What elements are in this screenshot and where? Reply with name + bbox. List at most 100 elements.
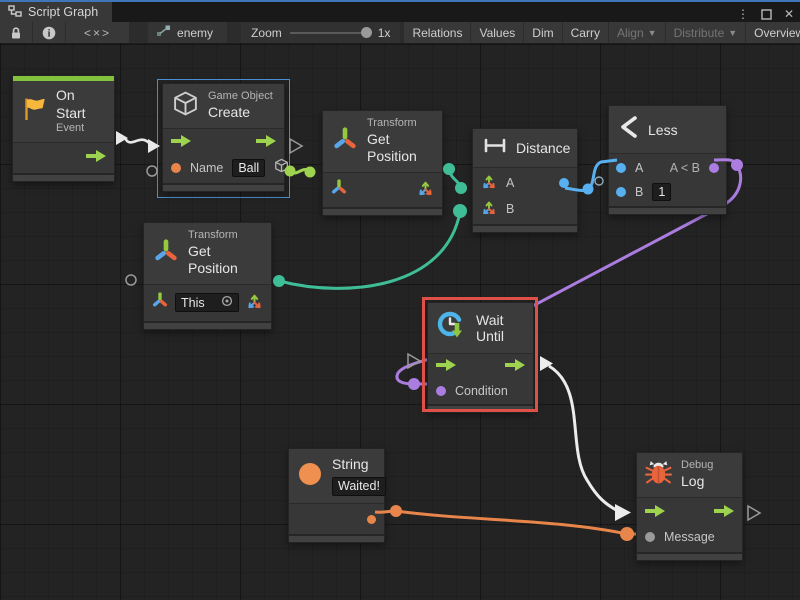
chevron-down-icon: ▼ (648, 28, 657, 38)
port-label: Message (664, 530, 715, 544)
node-less[interactable]: Less A A < B B 1 (608, 105, 727, 215)
cube-icon (172, 90, 199, 122)
flow-in-arrow[interactable] (645, 504, 665, 522)
node-footer (13, 173, 114, 181)
tab-title: Script Graph (28, 5, 98, 19)
port-b[interactable] (616, 187, 626, 197)
node-title: Create (208, 104, 273, 122)
node-title: Get Position (367, 131, 432, 166)
node-category: Transform (367, 117, 432, 131)
node-title: String (332, 456, 386, 474)
node-title: On Start (56, 87, 104, 122)
info-icon[interactable]: i (33, 22, 65, 43)
less-icon (619, 114, 639, 145)
node-get-position-1[interactable]: Transform Get Position (322, 110, 443, 216)
node-footer (144, 321, 271, 329)
svg-text:i: i (48, 28, 51, 39)
flow-out-arrow[interactable] (256, 134, 276, 152)
flow-out-arrow[interactable] (86, 149, 106, 167)
lock-icon[interactable] (0, 22, 32, 43)
node-string[interactable]: String Waited! (288, 448, 385, 543)
target-input[interactable]: This (175, 293, 239, 312)
code-icon[interactable]: <×> (66, 22, 129, 43)
node-title: Less (648, 122, 678, 138)
port-value[interactable] (367, 515, 376, 524)
graph-breadcrumb[interactable]: enemy (148, 22, 227, 43)
window-controls: ⋮ ✕ (737, 5, 794, 23)
name-input[interactable]: Ball (232, 159, 265, 177)
zoom-control: Zoom 1x (241, 22, 400, 43)
port-label-a: A (635, 161, 643, 175)
node-distance[interactable]: Distance A B (472, 128, 578, 233)
transform-port-icon[interactable] (152, 292, 168, 313)
tab-script-graph[interactable]: Script Graph (0, 2, 112, 22)
flow-out-arrow[interactable] (714, 504, 734, 522)
port-label-b: B (635, 185, 643, 199)
node-debug-log[interactable]: Debug Log Message (636, 452, 743, 561)
string-icon (297, 461, 323, 492)
port-message[interactable] (645, 532, 655, 542)
transform-icon (332, 126, 358, 157)
vector3-port-icon[interactable] (481, 173, 497, 194)
node-title: Log (681, 473, 713, 491)
distribute-button[interactable]: Distribute▼ (666, 22, 746, 43)
vector3-out-icon[interactable] (246, 292, 263, 314)
script-graph-window: Script Graph ⋮ ✕ i <×> enemy Zoom 1x (0, 0, 800, 600)
node-footer (163, 183, 284, 191)
tab-bar: Script Graph ⋮ ✕ (0, 2, 800, 22)
node-subtitle: Event (56, 122, 104, 136)
relations-button[interactable]: Relations (404, 22, 470, 43)
node-footer (473, 224, 577, 232)
comparison-label: A < B (670, 161, 700, 175)
dim-button[interactable]: Dim (524, 22, 561, 43)
node-footer (637, 552, 742, 560)
node-footer (289, 534, 384, 542)
bug-icon (645, 459, 672, 491)
node-category: Debug (681, 459, 713, 473)
graph-crumb-icon (156, 25, 171, 40)
vector3-out-icon[interactable] (417, 179, 434, 201)
graph-toolbar: i <×> enemy Zoom 1x Relations Values Dim… (0, 22, 800, 44)
node-category: Transform (188, 229, 261, 243)
chevron-down-icon: ▼ (728, 28, 737, 38)
maximize-icon[interactable] (761, 9, 772, 20)
node-create-game-object[interactable]: Game Object Create Name Ball (162, 83, 285, 192)
flow-in-arrow[interactable] (171, 134, 191, 152)
node-footer (323, 207, 442, 215)
values-button[interactable]: Values (471, 22, 523, 43)
zoom-label: Zoom (251, 26, 282, 40)
port-result[interactable] (559, 178, 569, 188)
graph-tab-icon (8, 5, 22, 20)
port-a[interactable] (616, 163, 626, 173)
zoom-slider-handle[interactable] (361, 27, 372, 38)
close-icon[interactable]: ✕ (784, 7, 794, 21)
game-object-icon (274, 158, 289, 178)
node-get-position-2[interactable]: Transform Get Position This (143, 222, 272, 330)
target-picker-icon[interactable] (221, 295, 233, 310)
flag-icon (22, 96, 47, 127)
node-title: Distance (516, 140, 570, 156)
zoom-slider[interactable] (290, 32, 370, 34)
transform-port-icon[interactable] (331, 179, 347, 200)
port-label-a: A (506, 176, 514, 190)
node-category: Game Object (208, 90, 273, 104)
port-result[interactable] (709, 163, 719, 173)
node-on-start[interactable]: On Start Event (12, 75, 115, 182)
port-label-b: B (506, 202, 514, 216)
transform-icon (153, 238, 179, 269)
port-name[interactable] (171, 163, 181, 173)
graph-name: enemy (177, 26, 213, 40)
debug-highlight-outline (422, 297, 538, 412)
align-button[interactable]: Align▼ (609, 22, 665, 43)
menu-icon[interactable]: ⋮ (737, 7, 749, 21)
zoom-value: 1x (378, 26, 391, 40)
node-footer (609, 206, 726, 214)
carry-button[interactable]: Carry (563, 22, 608, 43)
vector3-port-icon[interactable] (481, 199, 497, 220)
overview-button[interactable]: Overview (746, 22, 800, 43)
node-title: Get Position (188, 243, 261, 278)
b-input[interactable]: 1 (652, 183, 671, 201)
port-label: Name (190, 161, 223, 175)
string-input[interactable]: Waited! (332, 477, 386, 497)
distance-icon (483, 138, 507, 158)
